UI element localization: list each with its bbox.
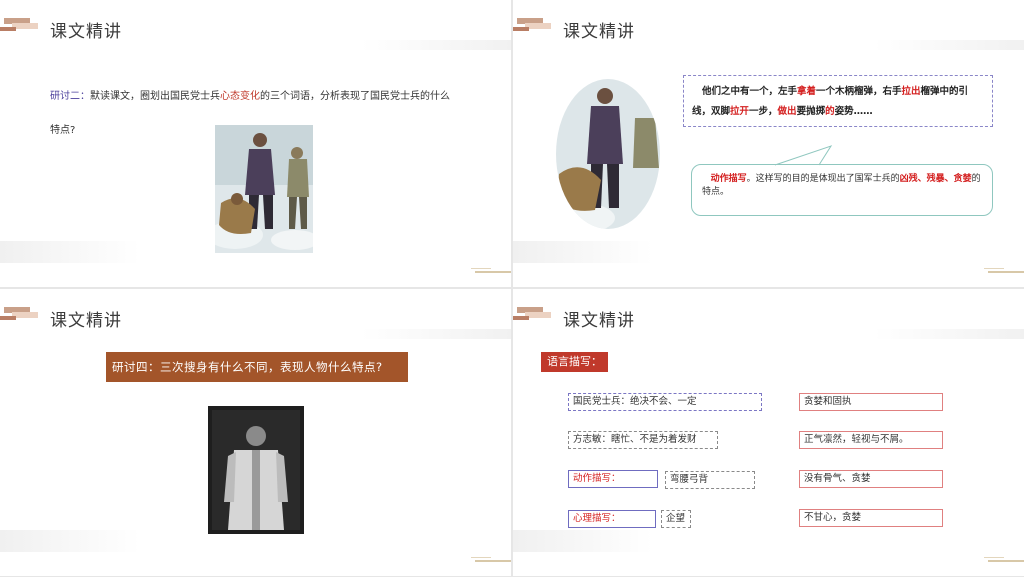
header-ornament (513, 307, 553, 323)
header-ornament (513, 18, 553, 34)
decorative-line (984, 557, 1004, 558)
soldiers-oval-illustration (556, 79, 660, 229)
quote-highlight: 拿着 (796, 86, 816, 97)
middle-item: 企望 (661, 510, 691, 528)
quote-highlight: 拉出 (901, 86, 921, 97)
quote-segment: 姿势…… (834, 106, 873, 117)
left-item: 动作描写： (568, 470, 658, 488)
quote-box: 他们之中有一个，左手拿着一个木柄榴弹，右手拉出榴弹中的引线，双脚拉开一步，做出要… (683, 75, 993, 127)
left-item: 方志敏：瞎忙、不是为着发财 (568, 431, 718, 449)
quote-segment: 一步， (749, 106, 778, 117)
decorative-band (874, 40, 1024, 50)
right-item: 贪婪和固执 (799, 393, 943, 411)
decorative-band (0, 530, 140, 552)
question-part: 的三个词语，分析表现了国民党士兵的什么 (260, 91, 450, 102)
question-banner: 研讨四：三次搜身有什么不同，表现人物什么特点? (106, 352, 408, 382)
slide-2[interactable]: 课文精讲 他们之中有一个，左手拿着一个木柄榴弹，右手拉出榴弹中的引线，双脚拉开一… (513, 0, 1024, 287)
decorative-line (475, 560, 511, 562)
decorative-line (988, 271, 1024, 273)
decorative-band (361, 329, 511, 339)
decorative-line (471, 557, 491, 558)
right-item: 不甘心，贪婪 (799, 509, 943, 527)
quote-segment: 他们之中有一个，左手 (701, 86, 797, 97)
decorative-line (984, 268, 1004, 269)
middle-item: 弯腰弓背 (665, 471, 755, 489)
slide-1[interactable]: 课文精讲 研讨二：默读课文，圈划出国民党士兵心态变化的三个词语，分析表现了国民党… (0, 0, 511, 287)
portrait-photo (208, 406, 304, 534)
quote-text: 他们之中有一个，左手拿着一个木柄榴弹，右手拉出榴弹中的引线，双脚拉开一步，做出要… (692, 86, 968, 117)
quote-highlight: 拉开 (730, 106, 750, 117)
slide-3[interactable]: 课文精讲 研讨四：三次搜身有什么不同，表现人物什么特点? (0, 289, 511, 576)
question-highlight: 心态变化 (220, 91, 260, 102)
slide-title: 课文精讲 (563, 311, 635, 331)
quote-segment: 一个木柄榴弹，右手 (815, 86, 902, 97)
note-highlight: 凶残、残暴、贪婪 (899, 174, 972, 184)
soldiers-illustration (215, 125, 313, 253)
decorative-band (513, 530, 653, 552)
header-ornament (0, 307, 40, 323)
slide-title: 课文精讲 (50, 22, 122, 42)
language-description-tag: 语言描写： (541, 352, 608, 372)
decorative-band (0, 241, 140, 263)
question-part: 特点? (50, 125, 76, 136)
right-item: 没有骨气、贪婪 (799, 470, 943, 488)
decorative-line (471, 268, 491, 269)
decorative-band (874, 329, 1024, 339)
slide-4[interactable]: 课文精讲 语言描写： 国民党士兵：绝决不会、一定 方志敏：瞎忙、不是为着发财 动… (513, 289, 1024, 576)
slide-title: 课文精讲 (50, 311, 122, 331)
right-item: 正气凛然，轻视与不屑。 (799, 431, 943, 449)
quote-segment: 要抛掷 (796, 106, 826, 117)
header-ornament (0, 18, 40, 34)
decorative-line (475, 271, 511, 273)
question-part: 默读课文，圈划出国民党士兵 (90, 91, 220, 102)
decorative-band (361, 40, 511, 50)
quote-highlight: 的 (825, 106, 835, 117)
quote-highlight: 做出 (777, 106, 797, 117)
decorative-line (988, 560, 1024, 562)
left-item: 心理描写： (568, 510, 656, 528)
left-item: 国民党士兵：绝决不会、一定 (568, 393, 762, 411)
decorative-band (513, 241, 653, 263)
slide-title: 课文精讲 (563, 22, 635, 42)
question-label: 研讨二： (50, 91, 90, 102)
annotation-bubble: 动作描写。这样写的目的是体现出了国军士兵的凶残、残暴、贪婪的特点。 (691, 164, 993, 216)
note-label: 动作描写 (710, 174, 747, 184)
note-text: 。这样写的目的是体现出了国军士兵的 (746, 174, 900, 184)
